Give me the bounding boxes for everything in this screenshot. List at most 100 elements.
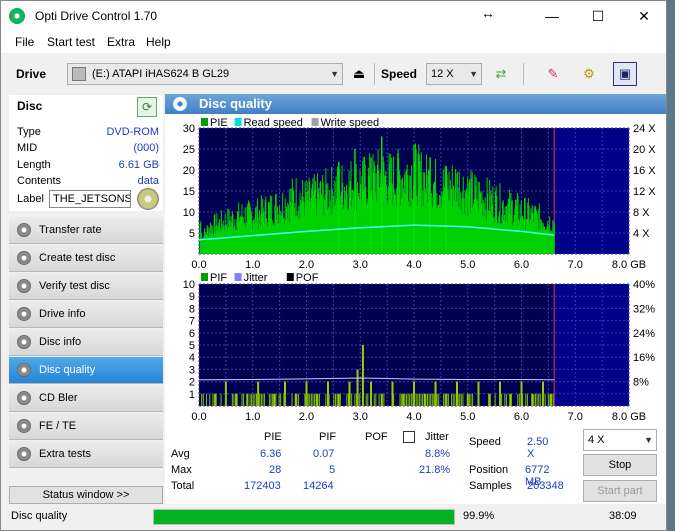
legend-label-pie: PIE	[210, 117, 228, 129]
disc-label-field[interactable]: THE_JETSONS_	[49, 190, 131, 208]
disc-type-value: DVD-ROM	[106, 126, 159, 138]
status-window-button[interactable]: Status window >>	[9, 486, 163, 504]
speed-stat-label: Speed	[469, 436, 501, 448]
refresh-disc-button[interactable]: ⟳	[137, 97, 157, 117]
stat-header-pie: PIE	[264, 431, 282, 443]
nav-item-disc-quality[interactable]: Disc quality	[9, 357, 163, 384]
disc-contents-value: data	[137, 175, 159, 187]
samples-value: 203348	[527, 480, 564, 492]
test-speed-select[interactable]: 4 X ▼	[583, 429, 657, 451]
y-left-tick-label: 1	[189, 389, 195, 401]
menu-help[interactable]: Help	[146, 35, 171, 49]
drive-select[interactable]: (E:) ATAPI iHAS624 B GL29 ▼	[67, 63, 343, 85]
panel-header: Disc quality	[165, 94, 666, 114]
erase-button[interactable]: ✎	[541, 62, 565, 86]
stat-avg-pif: 0.07	[313, 448, 335, 460]
toolbar: Drive (E:) ATAPI iHAS624 B GL29 ▼ ⏏ Spee…	[1, 57, 666, 93]
resize-arrows-icon: ↔	[481, 5, 495, 21]
title-bar[interactable]: Opti Drive Control 1.70 ↔ — ☐ ✕	[1, 1, 666, 31]
y-left-tick-label: 20	[183, 165, 195, 177]
y-right-tick-label: 8%	[633, 377, 649, 389]
stat-max-pie: 28	[269, 464, 282, 476]
x-tick-label: 1.0	[245, 259, 260, 271]
refresh-speed-button[interactable]: ⇄	[489, 62, 513, 86]
legend-swatch	[201, 273, 208, 281]
test-speed-select-value: 4 X	[588, 434, 605, 446]
stat-row-total-label: Total	[171, 480, 195, 492]
chevron-down-icon: ▼	[469, 69, 478, 79]
x-tick-label: 0.0	[191, 411, 206, 423]
y-right-tick-label: 40%	[633, 279, 655, 291]
y-left-tick-label: 10	[183, 207, 195, 219]
nav-item-verify-test-disc[interactable]: Verify test disc	[9, 273, 163, 300]
close-button[interactable]: ✕	[621, 1, 667, 31]
y-left-tick-label: 7	[189, 316, 195, 328]
y-left-tick-label: 6	[189, 328, 195, 340]
charts-area: PIE Read speed Write speed3025201510524 X2…	[183, 117, 657, 423]
y-left-tick-label: 8	[189, 303, 195, 315]
chevron-down-icon: ▼	[644, 435, 653, 445]
legend-swatch	[234, 273, 242, 281]
jitter-checkbox[interactable]	[403, 431, 415, 443]
disc-icon	[17, 335, 31, 349]
minimize-button[interactable]: —	[529, 1, 575, 31]
x-tick-label: 8.0 GB	[612, 259, 646, 271]
x-tick-label: 0.0	[191, 259, 206, 271]
legend-swatch	[234, 118, 242, 126]
stat-row-avg-label: Avg	[171, 448, 190, 460]
y-right-tick-label: 32%	[633, 303, 655, 315]
speed-label: Speed	[381, 67, 418, 81]
speed-stat-value: 2.50 X	[527, 436, 549, 460]
menu-bar: File Start test Extra Help	[1, 31, 666, 53]
test-progress-bar	[153, 509, 455, 525]
speed-select[interactable]: 12 X ▼	[426, 63, 482, 85]
y-left-tick-label: 15	[183, 186, 195, 198]
speed-select-value: 12 X	[431, 68, 454, 80]
nav-item-disc-info[interactable]: Disc info	[9, 329, 163, 356]
drive-label: Drive	[16, 67, 47, 81]
stop-button[interactable]: Stop	[583, 454, 657, 476]
app-window: Opti Drive Control 1.70 ↔ — ☐ ✕ File Sta…	[0, 0, 667, 531]
y-left-tick-label: 5	[189, 228, 195, 240]
nav-item-transfer-rate[interactable]: Transfer rate	[9, 217, 163, 244]
settings-button[interactable]: ⚙	[577, 62, 601, 86]
maximize-button[interactable]: ☐	[575, 1, 621, 31]
status-text: Disc quality	[11, 510, 68, 522]
nav-item-label: CD Bler	[39, 392, 78, 404]
toolbar-separator	[374, 63, 375, 85]
nav-item-cd-bler[interactable]: CD Bler	[9, 385, 163, 412]
x-tick-label: 2.0	[299, 411, 314, 423]
chevron-down-icon: ▼	[330, 69, 339, 79]
eject-button[interactable]: ⏏	[347, 62, 371, 86]
disc-icon	[17, 419, 31, 433]
disc-length-value: 6.61 GB	[118, 159, 159, 171]
nav-item-label: Verify test disc	[39, 280, 110, 292]
menu-file[interactable]: File	[15, 35, 34, 49]
y-left-tick-label: 5	[189, 340, 195, 352]
y-left-tick-label: 9	[189, 291, 195, 303]
disc-heading: Disc	[17, 99, 43, 113]
y-left-tick-label: 25	[183, 144, 195, 156]
samples-label: Samples	[469, 480, 512, 492]
disc-mid-key: MID	[17, 142, 38, 154]
nav-item-drive-info[interactable]: Drive info	[9, 301, 163, 328]
y-right-tick-label: 24%	[633, 328, 655, 340]
legend-swatch	[311, 118, 319, 126]
stat-row-max-label: Max	[171, 464, 192, 476]
stat-header-pof: POF	[365, 431, 388, 443]
nav-item-fe-te[interactable]: FE / TE	[9, 413, 163, 440]
nav-item-label: Disc info	[39, 336, 82, 348]
nav-item-create-test-disc[interactable]: Create test disc	[9, 245, 163, 272]
start-part-button[interactable]: Start part	[583, 480, 657, 502]
elapsed-time: 38:09	[609, 510, 637, 522]
cd-icon[interactable]	[137, 188, 159, 210]
legend-label-jitter: Jitter	[244, 272, 268, 284]
nav-item-extra-tests[interactable]: Extra tests	[9, 441, 163, 468]
x-tick-label: 4.0	[406, 259, 421, 271]
y-left-tick-label: 4	[189, 352, 195, 364]
save-icon[interactable]: ▣	[613, 62, 637, 86]
legend-swatch	[286, 273, 294, 281]
menu-extra[interactable]: Extra	[107, 35, 135, 49]
menu-start-test[interactable]: Start test	[47, 35, 95, 49]
disc-icon	[17, 279, 31, 293]
